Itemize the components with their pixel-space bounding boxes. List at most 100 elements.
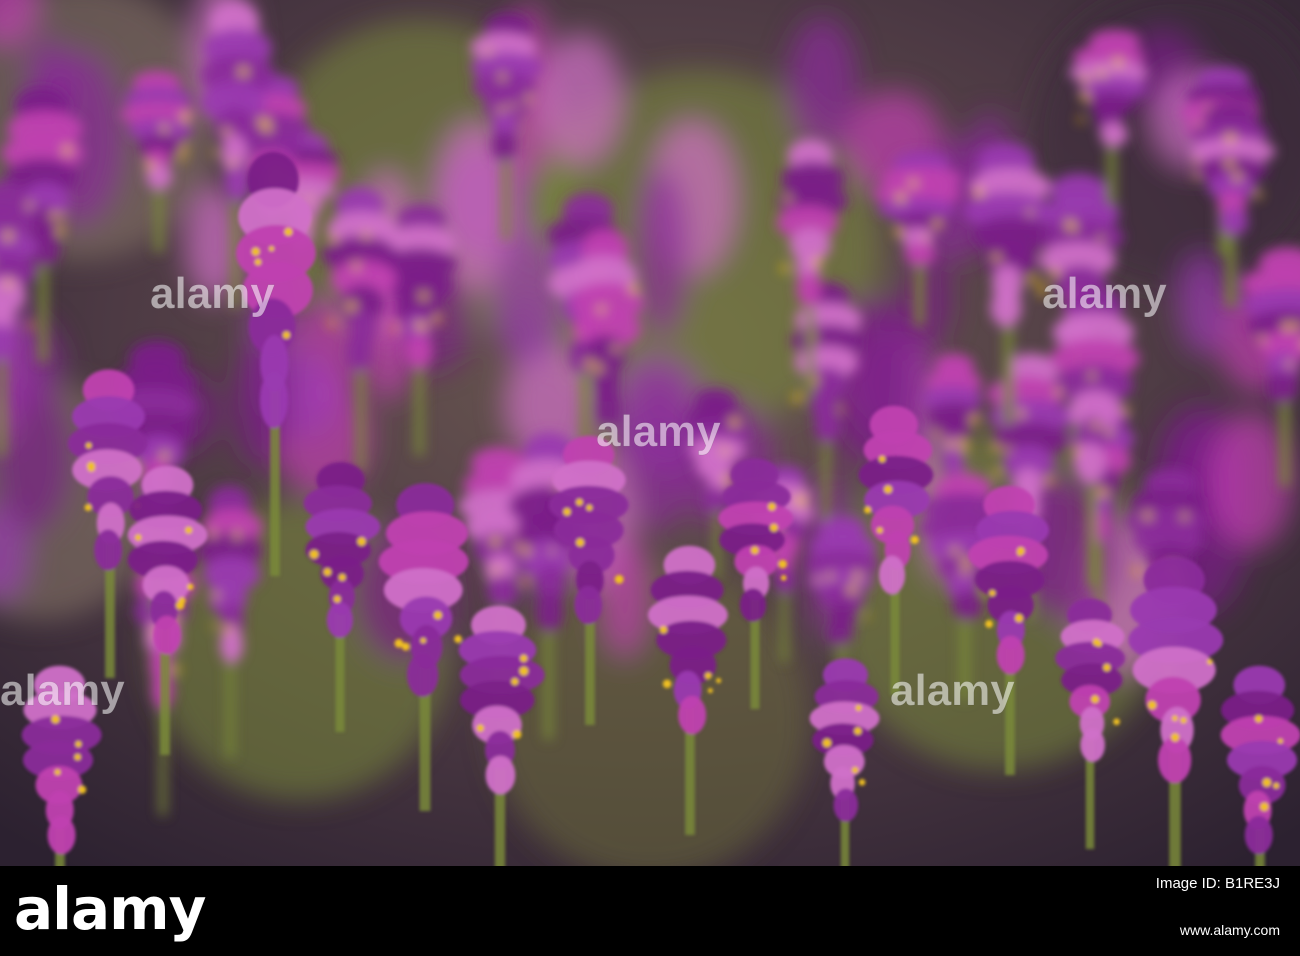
flower-yellow-tip bbox=[1028, 275, 1038, 285]
flower-yellow-tip bbox=[261, 118, 270, 127]
flower-yellow-tip bbox=[958, 437, 965, 443]
petal-cluster bbox=[739, 588, 767, 622]
flower-yellow-tip bbox=[50, 212, 58, 219]
flower-yellow-tip bbox=[585, 359, 594, 368]
flower-yellow-tip bbox=[180, 145, 189, 153]
petal-cluster bbox=[152, 615, 181, 655]
flower-yellow-tip bbox=[864, 613, 870, 619]
flower-yellow-tip bbox=[510, 103, 516, 109]
petal-cluster bbox=[678, 695, 707, 735]
flower-yellow-tip bbox=[1004, 446, 1011, 453]
flower-yellow-tip bbox=[576, 538, 585, 547]
flower-yellow-tip bbox=[597, 305, 605, 313]
flower-yellow-tip bbox=[1259, 802, 1269, 812]
flower-yellow-tip bbox=[985, 620, 993, 628]
petal-cluster bbox=[487, 574, 518, 608]
flower-yellow-tip bbox=[575, 498, 583, 506]
flower-yellow-tip bbox=[707, 688, 713, 694]
petal-cluster bbox=[826, 619, 853, 646]
flower-yellow-tip bbox=[1017, 409, 1025, 417]
petal-cluster bbox=[942, 450, 964, 476]
flower-yellow-tip bbox=[730, 417, 739, 427]
flower-yellow-tip bbox=[992, 253, 1001, 262]
flower-yellow-tip bbox=[521, 577, 530, 586]
flower-yellow-tip bbox=[858, 779, 866, 786]
blurred-flower bbox=[538, 33, 623, 166]
flower-yellow-tip bbox=[492, 566, 500, 574]
petal-cluster bbox=[774, 567, 797, 594]
petal-cluster bbox=[259, 371, 288, 429]
flower-yellow-tip bbox=[328, 319, 336, 327]
flower-yellow-tip bbox=[210, 530, 217, 537]
flower-yellow-tip bbox=[1092, 421, 1100, 429]
flower-yellow-tip bbox=[827, 573, 834, 580]
flower-yellow-tip bbox=[854, 727, 862, 735]
flower-yellow-tip bbox=[420, 637, 427, 644]
flower-yellow-tip bbox=[1181, 513, 1188, 520]
flower-yellow-tip bbox=[60, 214, 66, 220]
flower-yellow-tip bbox=[1283, 322, 1292, 331]
flower-yellow-tip bbox=[785, 195, 792, 202]
flower-yellow-tip bbox=[74, 753, 81, 761]
flower-yellow-tip bbox=[704, 672, 712, 680]
flower-yellow-tip bbox=[612, 345, 619, 352]
flower-yellow-tip bbox=[923, 234, 929, 241]
flower-yellow-tip bbox=[357, 537, 366, 546]
flower-yellow-tip bbox=[595, 364, 603, 373]
petal-cluster bbox=[345, 333, 373, 372]
petal-cluster bbox=[796, 272, 822, 307]
petal-cluster bbox=[47, 815, 76, 855]
petal-cluster bbox=[219, 626, 244, 663]
petal-cluster bbox=[224, 160, 251, 202]
flower-yellow-tip bbox=[75, 740, 82, 748]
flower-yellow-tip bbox=[362, 231, 370, 239]
flower-yellow-tip bbox=[1206, 658, 1213, 665]
flower-yellow-tip bbox=[1180, 717, 1187, 724]
flower-yellow-tip bbox=[254, 258, 262, 266]
petal-cluster bbox=[878, 555, 906, 595]
flower-yellow-tip bbox=[991, 444, 999, 452]
flower-yellow-tip bbox=[1045, 477, 1054, 485]
flower-yellow-tip bbox=[1259, 336, 1266, 343]
flower-yellow-tip bbox=[750, 546, 759, 555]
petal-cluster bbox=[814, 409, 841, 443]
flower-yellow-tip bbox=[178, 154, 186, 162]
flower-yellow-tip bbox=[993, 468, 1001, 477]
petal-cluster bbox=[1080, 728, 1105, 762]
petal-cluster bbox=[406, 653, 439, 697]
flower-yellow-tip bbox=[419, 292, 428, 301]
flower-yellow-tip bbox=[855, 704, 862, 712]
flower-yellow-tip bbox=[716, 677, 722, 684]
flower-yellow-tip bbox=[87, 463, 96, 472]
petal-cluster bbox=[326, 602, 354, 638]
flower-yellow-tip bbox=[172, 665, 181, 674]
flower-yellow-tip bbox=[239, 67, 248, 76]
flower-yellow-tip bbox=[485, 49, 492, 56]
petal-cluster bbox=[94, 529, 123, 571]
flower-yellow-tip bbox=[815, 577, 821, 583]
flower-yellow-tip bbox=[160, 451, 169, 460]
flower-yellow-tip bbox=[792, 393, 802, 403]
flower-yellow-tip bbox=[933, 219, 942, 228]
flower-yellow-tip bbox=[586, 504, 593, 511]
flower-yellow-tip bbox=[1233, 173, 1242, 181]
petal-cluster bbox=[1099, 122, 1128, 147]
flower-yellow-tip bbox=[525, 94, 532, 101]
flower-yellow-tip bbox=[961, 556, 970, 565]
flower-yellow-tip bbox=[1122, 406, 1130, 414]
photo-canvas: alamy alamy alamy alamy alamy bbox=[0, 0, 1300, 866]
alamy-logo[interactable]: alamy bbox=[14, 874, 206, 944]
flower-yellow-tip bbox=[794, 495, 804, 505]
flower-yellow-tip bbox=[1170, 733, 1180, 742]
image-id-label: Image ID: B1RE3J bbox=[1155, 875, 1280, 892]
flower-yellow-tip bbox=[134, 534, 142, 541]
flower-yellow-tip bbox=[222, 128, 230, 135]
flower-yellow-tip bbox=[63, 145, 72, 155]
flower-yellow-tip bbox=[1080, 92, 1090, 102]
flower-yellow-tip bbox=[269, 246, 275, 252]
blurred-flower bbox=[633, 167, 690, 339]
flower-yellow-tip bbox=[822, 738, 832, 748]
flower-yellow-tip bbox=[1098, 488, 1108, 497]
watermark-bottom-left: alamy bbox=[0, 666, 125, 715]
site-url-link[interactable]: www.alamy.com bbox=[1180, 922, 1280, 938]
